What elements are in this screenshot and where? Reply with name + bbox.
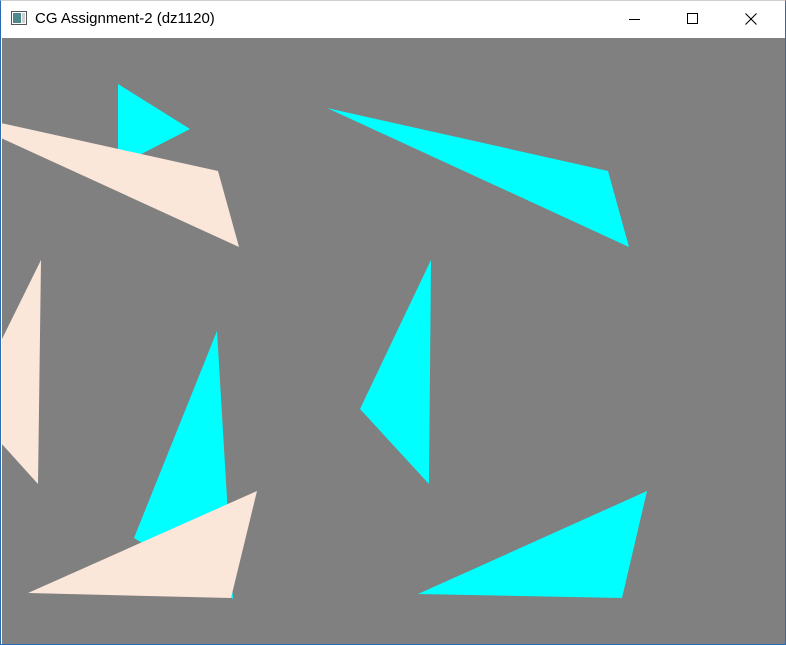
cyan-triangle-bottom-right (418, 491, 647, 598)
maximize-button[interactable] (664, 1, 722, 37)
title-bar[interactable]: CG Assignment-2 (dz1120) (1, 1, 785, 37)
peach-triangle-bottom-left (28, 491, 257, 598)
minimize-icon (629, 19, 640, 20)
cyan-triangle-top-right (327, 108, 629, 247)
triangle-scene (2, 84, 647, 599)
render-canvas[interactable] (2, 38, 785, 644)
cyan-triangle-center (360, 260, 431, 484)
peach-triangle-left-edge (2, 260, 41, 484)
close-icon (745, 13, 757, 25)
app-window: CG Assignment-2 (dz1120) (0, 0, 786, 645)
window-title: CG Assignment-2 (dz1120) (35, 10, 215, 27)
maximize-icon (687, 13, 698, 24)
minimize-button[interactable] (606, 1, 664, 37)
application-window-icon (11, 11, 27, 25)
close-button[interactable] (722, 1, 780, 37)
